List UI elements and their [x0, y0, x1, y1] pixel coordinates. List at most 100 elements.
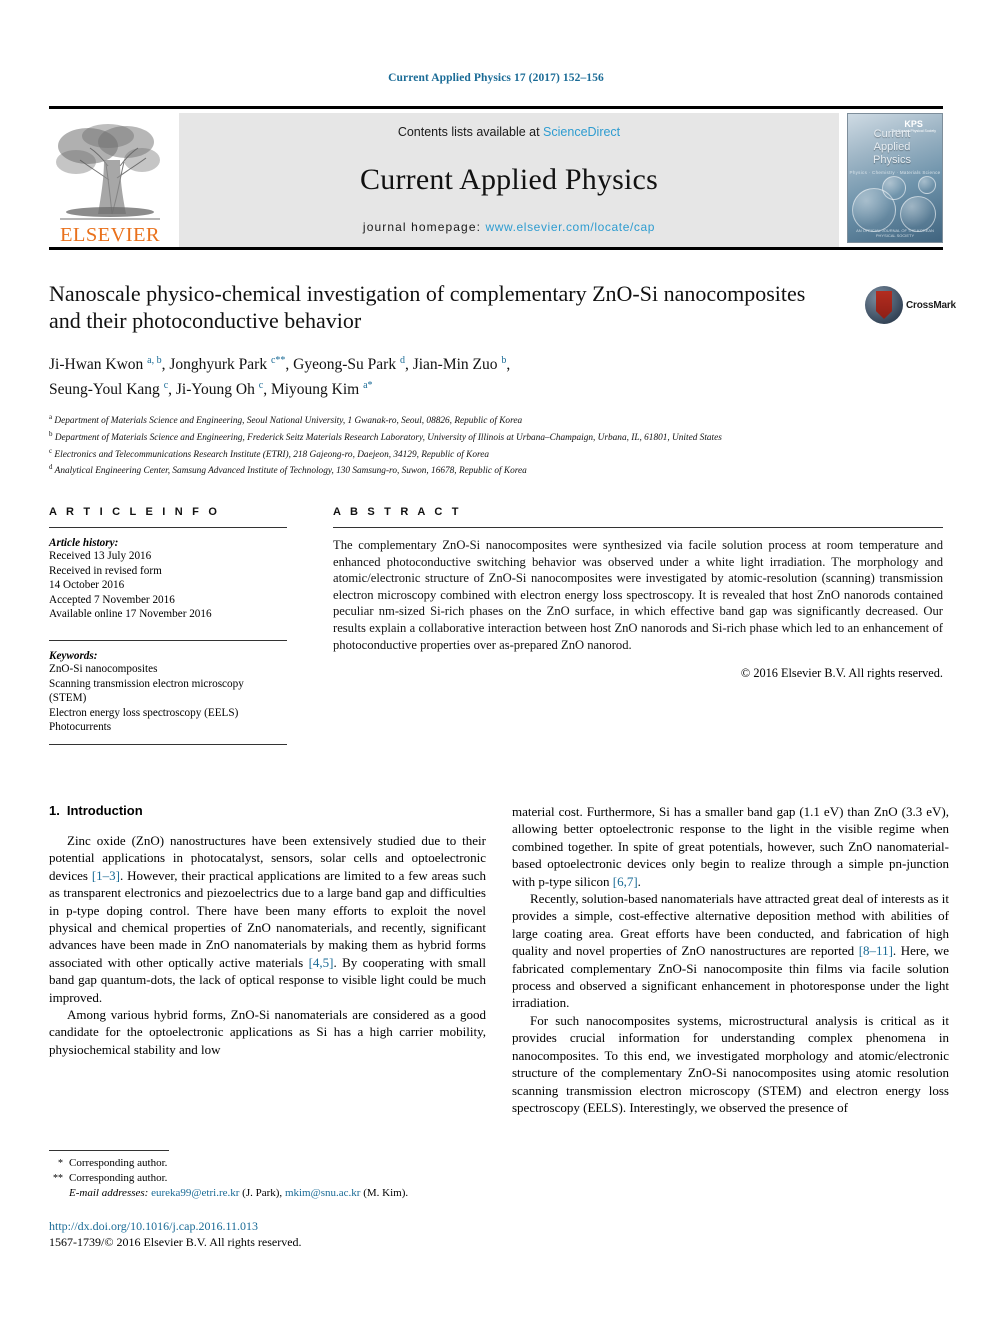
article-history-list: Received 13 July 2016 Received in revised… [49, 549, 287, 622]
citation-link[interactable]: [6,7] [613, 874, 638, 889]
section-title: Introduction [66, 803, 143, 818]
author-1-affil: a, b [147, 355, 162, 366]
author-4: , Jian-Min Zuo [404, 356, 502, 374]
page-title: Nanoscale physico-chemical investigation… [49, 281, 806, 333]
corresponding-text-2: Corresponding author. [69, 1172, 168, 1184]
elsevier-tree-icon [56, 123, 160, 219]
article-info-rule [49, 527, 287, 529]
paragraph-text: For such nanocomposites systems, microst… [512, 1012, 949, 1115]
body-paragraph: Recently, solution-based nanomaterials h… [512, 890, 949, 1012]
journal-cover-thumbnail: KPS The Korean Physical Society Current … [847, 113, 943, 243]
journal-band: Contents lists available at ScienceDirec… [179, 113, 839, 247]
email-owner-1: (J. Park), [239, 1187, 285, 1199]
section-number: 1. [49, 803, 60, 818]
sciencedirect-link[interactable]: ScienceDirect [543, 125, 620, 139]
affiliation-text-b: Department of Materials Science and Engi… [52, 433, 722, 444]
homepage-url-link[interactable]: www.elsevier.com/locate/cap [485, 220, 655, 234]
keyword-item: Scanning transmission electron microscop… [49, 677, 244, 690]
cover-publisher-note: AN OFFICIAL JOURNAL OF THE KOREAN PHYSIC… [856, 228, 934, 238]
doi-link[interactable]: http://dx.doi.org/10.1016/j.cap.2016.11.… [49, 1218, 302, 1234]
masthead-bottom-rule [49, 247, 943, 250]
cover-title: Current Applied Physics [873, 128, 911, 166]
affiliation-text-d: Analytical Engineering Center, Samsung A… [52, 466, 527, 477]
article-history-label: Article history: [49, 537, 119, 550]
article-info-heading: A R T I C L E I N F O [49, 506, 221, 519]
affiliation-text-c: Electronics and Telecommunications Resea… [52, 449, 490, 460]
author-5: Seung-Youl Kang [49, 381, 164, 399]
affiliation-b: b Department of Materials Science and En… [49, 428, 889, 445]
article-info-column: A R T I C L E I N F O Article history: R… [49, 506, 287, 745]
author-6: , Ji-Young Oh [168, 381, 259, 399]
issn-copyright-line: 1567-1739/© 2016 Elsevier B.V. All right… [49, 1235, 302, 1249]
keywords-top-rule [49, 640, 287, 642]
paragraph-text: . [637, 873, 641, 889]
author-1: Ji-Hwan Kwon [49, 356, 148, 374]
article-history-item: Available online 17 November 2016 [49, 608, 212, 621]
left-column-paragraphs: Zinc oxide (ZnO) nanostructures have bee… [49, 832, 486, 1058]
email-label: E-mail addresses: [69, 1187, 149, 1199]
crossmark-label: CrossMark [906, 299, 956, 311]
keywords-label: Keywords: [49, 650, 98, 663]
email-owner-2: (M. Kim). [360, 1187, 409, 1199]
corresponding-author-2: ** Corresponding author. [49, 1171, 486, 1186]
abstract-rule [333, 527, 943, 529]
citation-link[interactable]: [8–11] [859, 943, 893, 958]
paragraph-text: material cost. Furthermore, Si has a sma… [512, 804, 949, 889]
journal-masthead: ELSEVIER Contents lists available at Sci… [49, 106, 943, 247]
abstract-column: A B S T R A C T The complementary ZnO-Si… [333, 506, 943, 745]
homepage-line: journal homepage: www.elsevier.com/locat… [363, 220, 655, 234]
author-line1-end: , [506, 356, 511, 374]
doi-block: http://dx.doi.org/10.1016/j.cap.2016.11.… [49, 1218, 302, 1250]
author-3: , Gyeong-Su Park [285, 356, 400, 374]
body-paragraph: For such nanocomposites systems, microst… [512, 1012, 949, 1116]
body-column-right: material cost. Furthermore, Si has a sma… [512, 803, 949, 1116]
email-link-2[interactable]: mkim@snu.ac.kr [285, 1187, 361, 1199]
running-head: Current Applied Physics 17 (2017) 152–15… [388, 72, 604, 84]
affiliation-c: c Electronics and Telecommunications Res… [49, 445, 889, 462]
keywords-bottom-rule [49, 744, 287, 745]
title-block: Nanoscale physico-chemical investigation… [49, 280, 956, 478]
affiliation-list: a Department of Materials Science and En… [49, 411, 889, 478]
elsevier-wordmark: ELSEVIER [60, 223, 160, 246]
body-column-left: 1. Introduction Zinc oxide (ZnO) nanostru… [49, 803, 486, 1116]
crossmark-badge[interactable]: CrossMark [865, 282, 956, 328]
homepage-prefix: journal homepage: [362, 220, 486, 234]
corresponding-author-1: * Corresponding author. [49, 1156, 486, 1171]
abstract-copyright: © 2016 Elsevier B.V. All rights reserved… [740, 666, 943, 681]
email-addresses-line: E-mail addresses: eureka99@etri.re.kr (J… [69, 1186, 486, 1201]
keyword-item: Electron energy loss spectroscopy (EELS) [49, 706, 239, 719]
author-7: , Miyoung Kim [263, 381, 364, 399]
abstract-heading: A B S T R A C T [333, 506, 462, 519]
contents-prefix: Contents lists available at [397, 125, 544, 139]
keyword-item: ZnO-Si nanocomposites [49, 663, 158, 676]
right-column-paragraphs: material cost. Furthermore, Si has a sma… [512, 803, 949, 1116]
corresponding-text-1: Corresponding author. [69, 1157, 168, 1169]
crossmark-icon [865, 286, 903, 324]
elsevier-logo: ELSEVIER [49, 113, 171, 247]
affiliation-a: a Department of Materials Science and En… [49, 411, 889, 428]
body-paragraph: Among various hybrid forms, ZnO-Si nanom… [49, 1006, 486, 1058]
author-2-corresponding-mark: ** [275, 355, 286, 366]
footnote-block: * Corresponding author. ** Corresponding… [49, 1150, 486, 1201]
corresponding-mark-2: ** [53, 1173, 63, 1184]
article-page: Current Applied Physics 17 (2017) 152–15… [0, 0, 992, 1323]
keyword-item: Photocurrents [49, 721, 112, 734]
citation-link[interactable]: [1–3] [92, 868, 120, 883]
article-history-item: 14 October 2016 [49, 579, 125, 592]
affiliation-d: d Analytical Engineering Center, Samsung… [49, 461, 889, 478]
email-link-1[interactable]: eureka99@etri.re.kr [151, 1187, 239, 1199]
citation-link[interactable]: [4,5] [309, 955, 334, 970]
corresponding-mark-1: * [58, 1158, 63, 1169]
body-paragraph: material cost. Furthermore, Si has a sma… [512, 803, 949, 890]
author-7-corresponding-mark: * [367, 380, 373, 392]
affiliation-text-a: Department of Materials Science and Engi… [52, 416, 523, 427]
body-columns: 1. Introduction Zinc oxide (ZnO) nanostru… [49, 803, 949, 1116]
keyword-item: (STEM) [49, 692, 87, 705]
author-list: Ji-Hwan Kwon a, b, Jonghyurk Park c**, G… [49, 350, 829, 400]
keyword-list: ZnO-Si nanocomposites Scanning transmissi… [49, 662, 287, 735]
info-abstract-region: A R T I C L E I N F O Article history: R… [49, 506, 943, 745]
article-history-item: Received in revised form [49, 564, 162, 577]
journal-title: Current Applied Physics [360, 162, 658, 196]
author-2: , Jonghyurk Park [161, 356, 271, 374]
article-history-item: Accepted 7 November 2016 [49, 593, 175, 606]
